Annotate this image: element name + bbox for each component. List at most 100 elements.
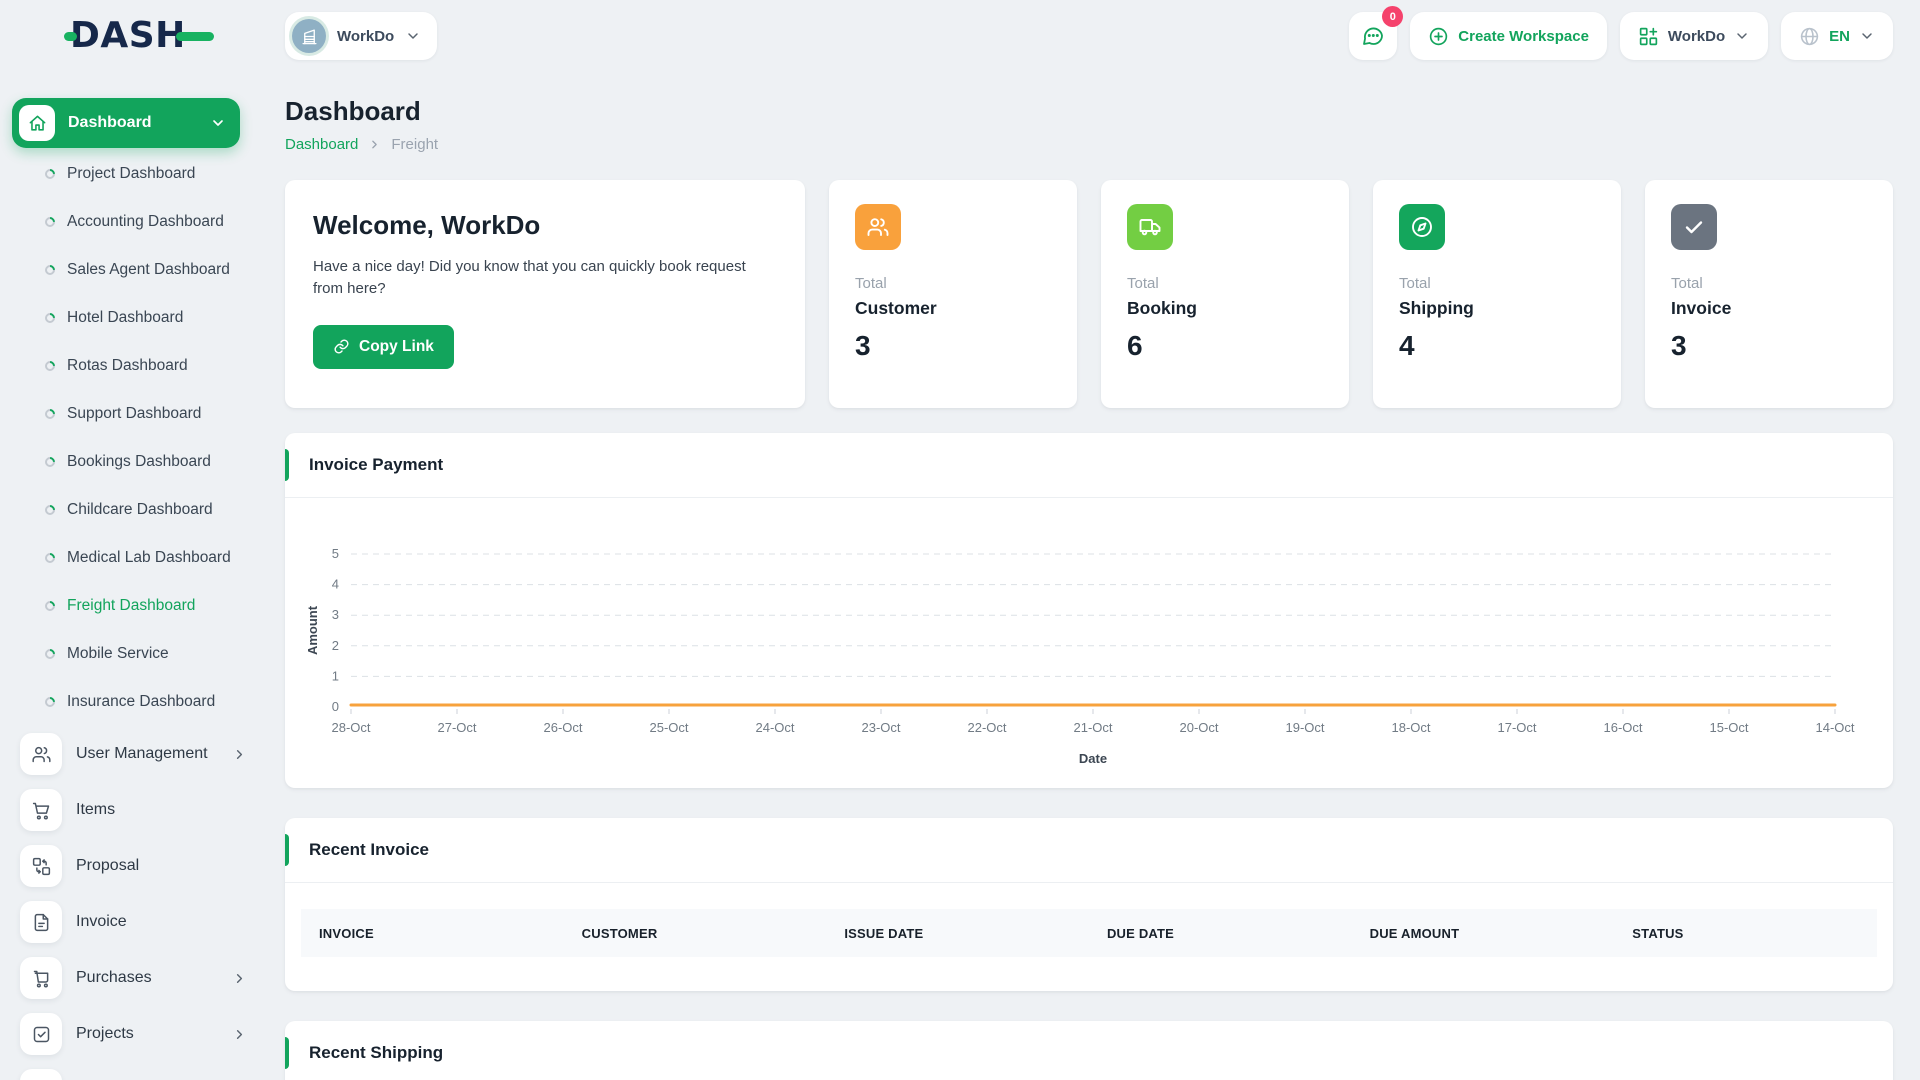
sidebar-item-dashboard[interactable]: Dashboard (12, 98, 240, 148)
plus-circle-icon (1430, 27, 1448, 45)
svg-text:14-Oct: 14-Oct (1815, 720, 1854, 735)
building-icon (301, 28, 317, 44)
svg-text:22-Oct: 22-Oct (967, 720, 1006, 735)
sidebar-item-label: Freight Dashboard (67, 597, 196, 614)
sidebar-item-items[interactable]: Items (12, 782, 265, 838)
sidebar-item-user-management[interactable]: User Management (12, 726, 265, 782)
check-icon (1685, 221, 1703, 234)
sidebar-item-label: Insurance Dashboard (67, 693, 216, 710)
workspace-switcher-label: WorkDo (337, 27, 395, 45)
logo-wrap: DASH (0, 18, 285, 54)
users-icon (867, 218, 889, 236)
stat-card-customer: Total Customer 3 (829, 180, 1077, 408)
sidebar-item-projects[interactable]: Projects (12, 1006, 265, 1062)
sidebar-item-label: Proposal (76, 857, 140, 874)
workspace-avatar (292, 19, 326, 53)
breadcrumb-dashboard-link[interactable]: Dashboard (285, 136, 358, 153)
column-header-customer: CUSTOMER (581, 925, 658, 941)
sidebar-item-sales-agent-dashboard[interactable]: Sales Agent Dashboard (12, 246, 265, 294)
invoice-payment-chart: 0 1 2 3 4 5 28-Oct 27-Oct 26-Oct 25-Oct 24-Oct 23-O… (305, 546, 1855, 766)
compass-icon (1412, 217, 1432, 237)
dashboard-icon-tile (19, 105, 55, 141)
stat-prefix: Total (1399, 275, 1431, 292)
svg-text:19-Oct: 19-Oct (1285, 720, 1324, 735)
svg-text:0: 0 (332, 699, 339, 714)
sidebar-item-label: Purchases (76, 969, 152, 986)
sidebar-item-label: Bookings Dashboard (67, 453, 211, 470)
users-icon (31, 746, 51, 762)
logo-text: DASH (70, 15, 186, 56)
stat-prefix: Total (855, 275, 887, 292)
cart-icon (33, 970, 48, 988)
recent-invoice-card: Recent Invoice INVOICE CUSTOMER ISSUE DA… (285, 818, 1893, 991)
messages-button[interactable]: 0 (1349, 6, 1404, 60)
dash-logo[interactable]: DASH (64, 18, 214, 54)
sidebar-item-label: Childcare Dashboard (67, 501, 213, 518)
stat-prefix: Total (1127, 275, 1159, 292)
sidebar-item-project-dashboard[interactable]: Project Dashboard (12, 150, 265, 198)
copy-link-button[interactable]: Copy Link (313, 324, 454, 369)
file-icon (34, 913, 48, 931)
svg-text:25-Oct: 25-Oct (649, 720, 688, 735)
user-management-icon-tile (20, 733, 62, 775)
sidebar-item-label: Accounting Dashboard (67, 213, 224, 230)
sidebar-item-partial[interactable] (12, 1062, 265, 1080)
sidebar-item-invoice[interactable]: Invoice (12, 894, 265, 950)
recent-invoice-table: INVOICE CUSTOMER ISSUE DATE DUE DATE DUE… (301, 909, 1877, 957)
create-workspace-button[interactable]: Create Workspace (1410, 12, 1607, 60)
check-square-icon (33, 1026, 49, 1042)
welcome-message: Have a nice day! Did you know that you c… (313, 258, 746, 297)
table-header-row: INVOICE CUSTOMER ISSUE DATE DUE DATE DUE… (301, 909, 1877, 957)
svg-text:2: 2 (332, 638, 339, 653)
home-icon (29, 115, 45, 131)
svg-text:23-Oct: 23-Oct (861, 720, 900, 735)
bullet-ring-icon (42, 646, 58, 662)
column-header-issue-date: ISSUE DATE (844, 925, 924, 941)
stat-label: Booking (1127, 298, 1197, 318)
stat-card-shipping: Total Shipping 4 (1373, 180, 1621, 408)
stat-value: 3 (1671, 330, 1687, 361)
chat-bubble-icon (1363, 27, 1384, 45)
sidebar-item-label: Project Dashboard (67, 165, 196, 182)
welcome-card: Welcome, WorkDo Have a nice day! Did you… (285, 180, 805, 408)
customer-stat-icon-tile (855, 204, 901, 250)
sidebar-item-proposal[interactable]: Proposal (12, 838, 265, 894)
sidebar-item-label: Medical Lab Dashboard (67, 549, 231, 566)
welcome-title: Welcome, WorkDo (313, 210, 541, 240)
sidebar-item-medical-lab-dashboard[interactable]: Medical Lab Dashboard (12, 534, 265, 582)
copy-link-label: Copy Link (359, 337, 434, 355)
sidebar-item-mobile-service[interactable]: Mobile Service (12, 630, 265, 678)
stat-value: 4 (1399, 330, 1415, 361)
workspace-menu-button[interactable]: WorkDo (1619, 12, 1769, 60)
svg-text:24-Oct: 24-Oct (755, 720, 794, 735)
chevron-down-icon (408, 33, 418, 39)
chevron-right-icon (372, 140, 378, 149)
breadcrumb: Dashboard Freight (285, 136, 1893, 153)
sidebar-item-label: Rotas Dashboard (67, 357, 188, 374)
bullet-ring-icon (42, 502, 58, 518)
bullet-ring-icon (42, 406, 58, 422)
stat-label: Customer (855, 298, 937, 318)
logo-accent-bar (175, 31, 214, 41)
create-workspace-label: Create Workspace (1458, 27, 1589, 45)
sidebar-item-accounting-dashboard[interactable]: Accounting Dashboard (12, 198, 265, 246)
workspace-switcher[interactable]: WorkDo (285, 12, 438, 60)
sidebar-item-label: Mobile Service (67, 645, 169, 662)
svg-text:Date: Date (1079, 751, 1107, 766)
sidebar-item-purchases[interactable]: Purchases (12, 950, 265, 1006)
items-icon-tile (20, 789, 62, 831)
language-menu-button[interactable]: EN (1781, 12, 1893, 60)
sidebar-item-freight-dashboard[interactable]: Freight Dashboard (12, 582, 265, 630)
sidebar-item-support-dashboard[interactable]: Support Dashboard (12, 390, 265, 438)
sidebar-item-insurance-dashboard[interactable]: Insurance Dashboard (12, 678, 265, 726)
sidebar-item-label: Dashboard (68, 114, 152, 131)
bullet-ring-icon (42, 262, 58, 278)
sidebar-item-childcare-dashboard[interactable]: Childcare Dashboard (12, 486, 265, 534)
recent-shipping-card: Recent Shipping (285, 1021, 1893, 1080)
sidebar-item-rotas-dashboard[interactable]: Rotas Dashboard (12, 342, 265, 390)
sidebar-item-bookings-dashboard[interactable]: Bookings Dashboard (12, 438, 265, 486)
invoice-payment-card: Invoice Payment 0 1 2 3 4 5 28-Oct 27-Oct 26-Oct… (285, 433, 1893, 788)
invoice-payment-header: Invoice Payment (285, 433, 1893, 497)
sidebar-item-hotel-dashboard[interactable]: Hotel Dashboard (12, 294, 265, 342)
svg-text:4: 4 (332, 577, 339, 592)
